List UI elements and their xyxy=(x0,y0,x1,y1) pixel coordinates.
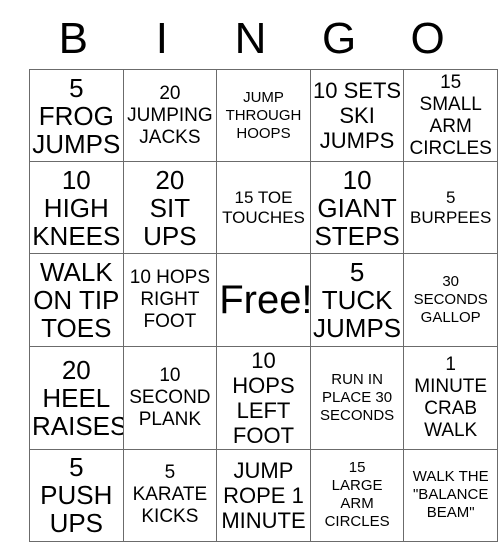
bingo-cell[interactable]: 10 GIANT STEPS xyxy=(309,161,405,255)
bingo-cell[interactable]: 20 SIT UPS xyxy=(122,161,218,255)
bingo-cell-text: 5 BURPEES xyxy=(410,187,492,227)
bingo-header-letter-i: I xyxy=(155,14,168,63)
bingo-cell-text: 30 SECONDS GALLOP xyxy=(413,272,488,326)
bingo-cell[interactable]: RUN IN PLACE 30 SECONDS xyxy=(309,345,405,450)
bingo-row: WALK ON TIP TOES 10 HOPS RIGHT FOOT Free! 5T… xyxy=(29,253,498,347)
bingo-cell[interactable]: 10 HOPS LEFT FOOT xyxy=(216,345,311,450)
bingo-cell-text: WALK ON TIP TOES xyxy=(33,256,120,343)
bingo-free-cell[interactable]: Free! xyxy=(216,253,311,347)
bingo-cell-text: 10 GIANT STEPS xyxy=(314,164,400,251)
bingo-cell-text: 15 TOE TOUCHES xyxy=(222,187,305,227)
bingo-cell[interactable]: 10 SECOND PLANK xyxy=(122,345,218,450)
bingo-cell[interactable]: JUMP ROPE 1 MINUTE xyxy=(216,448,311,542)
bingo-cell[interactable]: 5 FROG JUMPS xyxy=(29,68,124,163)
bingo-cell-text: 5 TUCK JUMPS xyxy=(313,256,402,343)
bingo-cell[interactable]: WALK ON TIP TOES xyxy=(29,253,124,347)
bingo-header-letter-n: N xyxy=(234,14,267,63)
bingo-cell-text: 10 SECOND PLANK xyxy=(129,364,211,430)
bingo-row: 5 PUSH UPS 5 KARATE KICKS JUMP ROPE 1 MINUTE 1… xyxy=(29,448,498,542)
bingo-cell[interactable]: JUMP THROUGH HOOPS xyxy=(216,68,311,163)
bingo-cell[interactable]: 20 JUMPING JACKS xyxy=(122,68,218,163)
bingo-cell[interactable]: 30 SECONDS GALLOP xyxy=(403,253,498,347)
bingo-cell[interactable]: 5 BURPEES xyxy=(403,161,498,255)
bingo-cell-text: 20 HEEL RAISES xyxy=(32,354,124,441)
bingo-cell-text: 10 HIGH KNEES xyxy=(32,164,121,251)
bingo-row: 5 FROG JUMPS 20 JUMPING JACKS JUMP THROUGH HOO… xyxy=(29,68,498,163)
bingo-cell-text: JUMP ROPE 1 MINUTE xyxy=(221,457,306,533)
bingo-cell-text: 20 JUMPING JACKS xyxy=(127,82,213,148)
bingo-card: B I N G O 5 FROG JUMPS 20 JUMPING JACKS JUMP… xyxy=(0,0,500,544)
bingo-cell[interactable]: 10 HOPS RIGHT FOOT xyxy=(122,253,218,347)
bingo-cell-text: 20 SIT UPS xyxy=(143,164,197,251)
bingo-cell[interactable]: 5 KARATE KICKS xyxy=(122,448,218,542)
bingo-free-space-text: Free! xyxy=(219,277,311,322)
bingo-grid-body: 5 FROG JUMPS 20 JUMPING JACKS JUMP THROUGH HOO… xyxy=(29,68,498,542)
bingo-cell-text: RUN IN PLACE 30 SECONDS xyxy=(319,370,395,424)
bingo-header-letter-o: O xyxy=(410,14,445,63)
bingo-cell[interactable]: 10 SETS SKI JUMPS xyxy=(309,68,405,163)
bingo-cell-text: 5 PUSH UPS xyxy=(40,452,113,539)
bingo-header-letter-g: G xyxy=(321,14,357,63)
bingo-cell[interactable]: 15 SMALL ARM CIRCLES xyxy=(403,68,498,163)
bingo-row: 10 HIGH KNEES 20 SIT UPS 15 TOE TOUCHES 10 GIA… xyxy=(29,161,498,255)
bingo-cell-text: 10 SETS SKI JUMPS xyxy=(313,78,402,154)
bingo-cell[interactable]: WALK THE "BALANCE BEAM" xyxy=(403,448,498,542)
bingo-cell[interactable]: 15 TOE TOUCHES xyxy=(216,161,311,255)
bingo-cell-text: 5 FROG JUMPS xyxy=(32,72,121,159)
bingo-header-letter-b: B xyxy=(58,14,88,63)
bingo-cell-text: JUMP THROUGH HOOPS xyxy=(225,88,302,142)
bingo-cell-text: 10 HOPS LEFT FOOT xyxy=(232,347,295,448)
bingo-cell-text: 15 LARGE ARM CIRCLES xyxy=(324,459,390,531)
bingo-header-row: B I N G O xyxy=(29,14,472,68)
bingo-row: 20 HEEL RAISES 10 SECOND PLANK 10 HOPS LEFT FO… xyxy=(29,345,498,450)
bingo-cell[interactable]: 15 LARGE ARM CIRCLES xyxy=(309,448,405,542)
bingo-grid: 5 FROG JUMPS 20 JUMPING JACKS JUMP THROUGH HOO… xyxy=(29,68,498,542)
bingo-cell-text: 1 MINUTE CRAB WALK xyxy=(414,353,488,441)
bingo-cell-text: 10 HOPS RIGHT FOOT xyxy=(129,266,211,332)
bingo-cell[interactable]: 1 MINUTE CRAB WALK xyxy=(403,345,498,450)
bingo-cell-text: 15 SMALL ARM CIRCLES xyxy=(409,71,492,159)
bingo-cell[interactable]: 5 TUCK JUMPS xyxy=(309,253,405,347)
bingo-cell[interactable]: 10 HIGH KNEES xyxy=(29,161,124,255)
bingo-cell-text: WALK THE "BALANCE BEAM" xyxy=(412,468,489,522)
bingo-cell[interactable]: 5 PUSH UPS xyxy=(29,448,124,542)
bingo-cell[interactable]: 20 HEEL RAISES xyxy=(29,345,124,450)
bingo-cell-text: 5 KARATE KICKS xyxy=(132,462,208,528)
